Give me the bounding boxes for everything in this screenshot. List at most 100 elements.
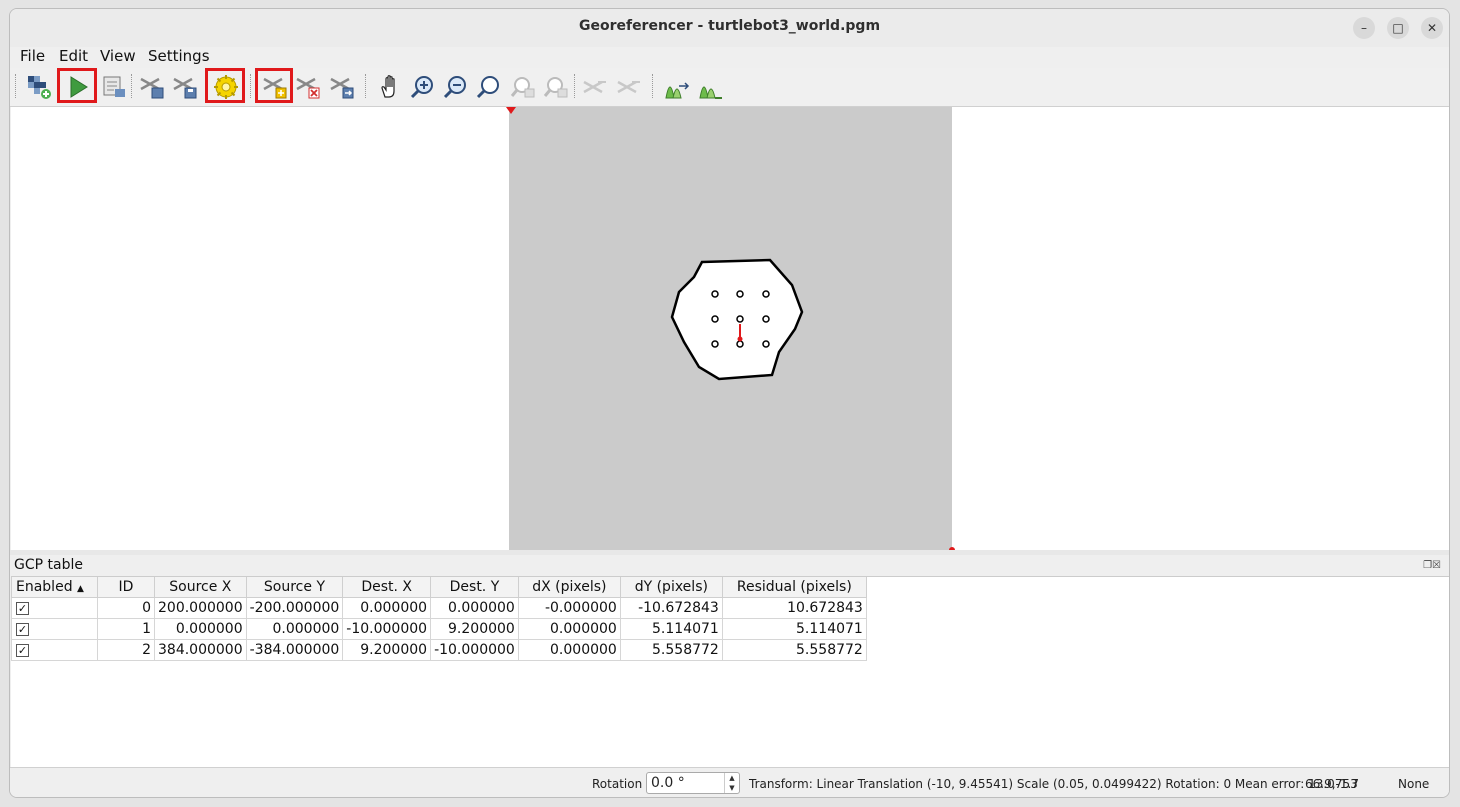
- col-enabled[interactable]: Enabled ▲: [11, 577, 98, 598]
- zoom-last-button[interactable]: [507, 71, 537, 101]
- residual-cell: 5.114071: [721, 618, 867, 640]
- source-x-cell[interactable]: 384.000000: [154, 639, 247, 661]
- zoom-in-button[interactable]: [407, 71, 437, 101]
- float-dock-icon[interactable]: ❐: [1423, 560, 1432, 571]
- pan-button[interactable]: [374, 71, 404, 101]
- close-button[interactable]: ✕: [1421, 17, 1443, 39]
- dest-x-cell[interactable]: -10.000000: [342, 618, 432, 640]
- save-gcp-points-button[interactable]: [169, 71, 199, 101]
- dest-y-cell[interactable]: 0.000000: [430, 597, 519, 619]
- zoom-to-layer-icon: [476, 76, 499, 99]
- col-residual[interactable]: Residual (pixels): [721, 577, 867, 598]
- link-georef-to-qgis-icon: [583, 80, 606, 94]
- load-gcp-points-button[interactable]: [136, 71, 166, 101]
- transformation-settings-button[interactable]: [210, 71, 240, 101]
- move-gcp-point-button[interactable]: [326, 71, 356, 101]
- col-dx[interactable]: dX (pixels): [517, 577, 621, 598]
- spin-up-icon[interactable]: ▲: [725, 773, 739, 783]
- dock-controls[interactable]: ❐☒: [1423, 560, 1441, 571]
- link-qgis-to-georef-button[interactable]: [613, 71, 643, 101]
- dest-y-cell[interactable]: 9.200000: [430, 618, 519, 640]
- rotation-spinbox[interactable]: 0.0 ° ▲ ▼: [646, 772, 740, 794]
- source-x-cell[interactable]: 0.000000: [154, 618, 247, 640]
- add-point-icon: [263, 77, 287, 99]
- add-point-button[interactable]: [259, 71, 289, 101]
- maximize-button[interactable]: □: [1387, 17, 1409, 39]
- menu-view[interactable]: View: [100, 47, 136, 65]
- minimize-button[interactable]: –: [1353, 17, 1375, 39]
- zoom-last-icon: [510, 77, 535, 98]
- enabled-cell[interactable]: ✓: [11, 597, 98, 619]
- dx-cell: 0.000000: [517, 618, 621, 640]
- col-id[interactable]: ID: [97, 577, 155, 598]
- title-bar: Georeferencer - turtlebot3_world.pgm – □…: [10, 9, 1449, 47]
- table-row[interactable]: ✓ 0 200.000000 -200.000000 0.000000 0.00…: [11, 597, 867, 619]
- save-gcp-points-icon: [173, 77, 197, 99]
- gcp-table: Enabled ▲ ID Source X Source Y Dest. X D…: [11, 576, 1449, 768]
- close-dock-icon[interactable]: ☒: [1432, 560, 1441, 571]
- open-raster-button[interactable]: [23, 71, 53, 101]
- table-row[interactable]: ✓ 1 0.000000 0.000000 -10.000000 9.20000…: [11, 618, 867, 640]
- zoom-out-icon: [443, 76, 466, 99]
- raster-layer: [509, 107, 952, 550]
- col-dest-y[interactable]: Dest. Y: [430, 577, 519, 598]
- panel-splitter[interactable]: [10, 550, 1449, 555]
- table-row[interactable]: ✓ 2 384.000000 -384.000000 9.200000 -10.…: [11, 639, 867, 661]
- sort-ascending-icon: ▲: [77, 584, 84, 594]
- dy-cell: 5.558772: [619, 639, 723, 661]
- rotation-value[interactable]: 0.0 °: [651, 775, 685, 791]
- source-y-cell[interactable]: 0.000000: [245, 618, 344, 640]
- turtlebot-world-map: [670, 258, 804, 381]
- zoom-next-button[interactable]: [540, 71, 570, 101]
- enabled-cell[interactable]: ✓: [11, 639, 98, 661]
- toolbar-separator: [365, 74, 368, 98]
- generate-gdal-script-icon: [103, 76, 125, 97]
- menu-settings[interactable]: Settings: [148, 47, 210, 65]
- dest-x-cell[interactable]: 9.200000: [342, 639, 432, 661]
- delete-point-icon: [296, 77, 320, 99]
- open-raster-icon: [28, 76, 51, 99]
- rotation-label: Rotation: [592, 777, 643, 791]
- zoom-out-button[interactable]: [440, 71, 470, 101]
- spin-down-icon[interactable]: ▼: [725, 783, 739, 793]
- dx-cell: -0.000000: [517, 597, 621, 619]
- residual-cell: 10.672843: [721, 597, 867, 619]
- transformation-settings-icon: [214, 75, 238, 99]
- col-dy[interactable]: dY (pixels): [619, 577, 723, 598]
- link-qgis-to-georef-icon: [617, 80, 640, 94]
- source-y-cell[interactable]: -200.000000: [245, 597, 344, 619]
- col-dest-x[interactable]: Dest. X: [342, 577, 432, 598]
- enabled-checkbox[interactable]: ✓: [16, 623, 29, 636]
- full-histogram-stretch-button[interactable]: [661, 71, 691, 101]
- enabled-checkbox[interactable]: ✓: [16, 602, 29, 615]
- menu-edit[interactable]: Edit: [59, 47, 88, 65]
- enabled-cell[interactable]: ✓: [11, 618, 98, 640]
- table-header-row: Enabled ▲ ID Source X Source Y Dest. X D…: [11, 577, 867, 598]
- residual-cell: 5.558772: [721, 639, 867, 661]
- toolbar-separator: [250, 74, 253, 98]
- delete-point-button[interactable]: [292, 71, 322, 101]
- source-y-cell[interactable]: -384.000000: [245, 639, 344, 661]
- pan-icon: [381, 75, 395, 98]
- rotation-stepper[interactable]: ▲ ▼: [724, 773, 739, 793]
- map-canvas[interactable]: [11, 107, 1449, 550]
- menu-file[interactable]: File: [20, 47, 45, 65]
- crs-indicator[interactable]: None: [1398, 777, 1429, 791]
- transform-info: Transform: Linear Translation (-10, 9.45…: [749, 777, 1358, 791]
- gcp-table-grid: Enabled ▲ ID Source X Source Y Dest. X D…: [11, 577, 867, 661]
- col-source-y[interactable]: Source Y: [245, 577, 344, 598]
- dest-y-cell[interactable]: -10.000000: [430, 639, 519, 661]
- source-x-cell[interactable]: 200.000000: [154, 597, 247, 619]
- id-cell: 1: [97, 618, 155, 640]
- link-georef-to-qgis-button[interactable]: [579, 71, 609, 101]
- start-georeferencing-button[interactable]: [62, 71, 92, 101]
- local-histogram-stretch-button[interactable]: [695, 71, 725, 101]
- toolbar-separator: [15, 74, 18, 98]
- generate-gdal-script-button[interactable]: [98, 71, 128, 101]
- zoom-to-layer-button[interactable]: [473, 71, 503, 101]
- dest-x-cell[interactable]: 0.000000: [342, 597, 432, 619]
- enabled-checkbox[interactable]: ✓: [16, 644, 29, 657]
- gcp-marker-icon: [506, 107, 516, 114]
- dx-cell: 0.000000: [517, 639, 621, 661]
- col-source-x[interactable]: Source X: [154, 577, 247, 598]
